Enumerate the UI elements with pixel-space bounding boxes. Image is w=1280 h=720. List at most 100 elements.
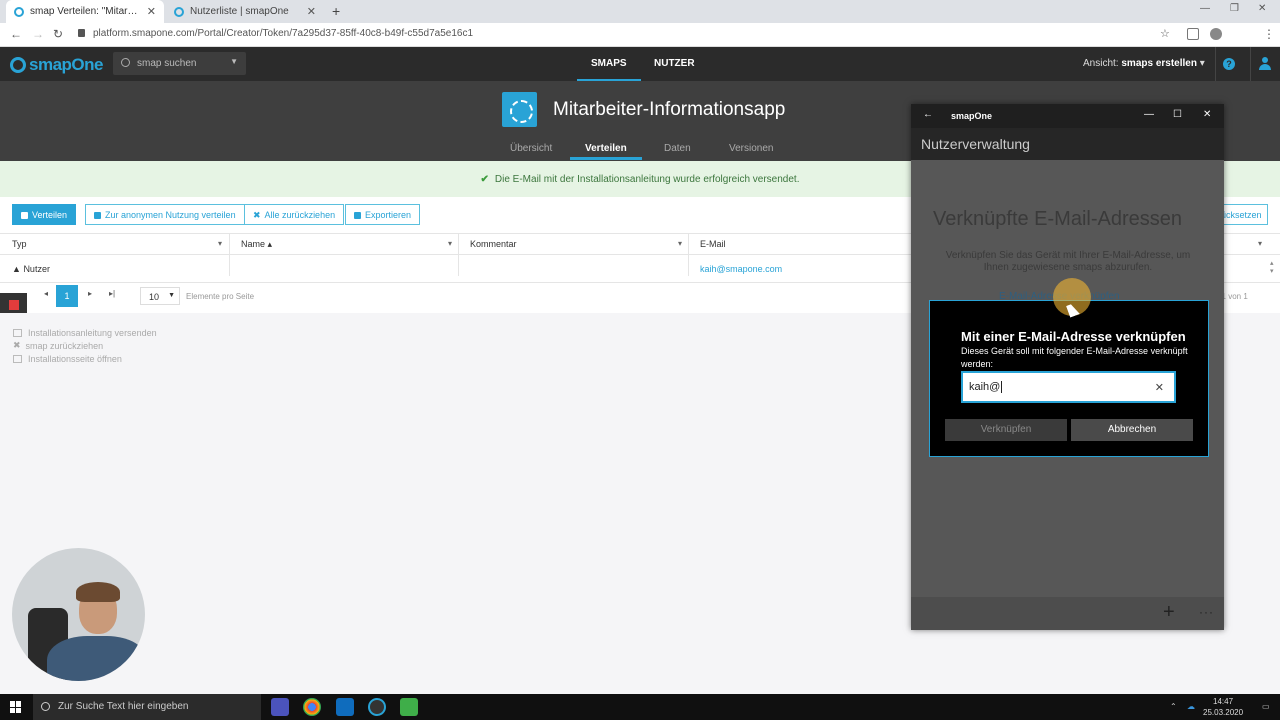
- distribute-button[interactable]: Verteilen: [12, 204, 77, 225]
- column-header-typ[interactable]: Typ: [12, 239, 27, 249]
- onedrive-icon[interactable]: ☁: [1187, 702, 1195, 711]
- open-install-page-action[interactable]: Installationsseite öffnen: [13, 352, 157, 365]
- lock-icon: [94, 212, 101, 219]
- export-label: Exportieren: [365, 210, 412, 220]
- maximize-icon[interactable]: ☐: [1173, 109, 1182, 120]
- action-list: Installationsanleitung versenden ✖ smap z…: [13, 326, 157, 365]
- email-input-value: kaih@: [969, 381, 1001, 393]
- address-bar: ← → ↻ platform.smapone.com/Portal/Creato…: [0, 23, 1280, 65]
- windows-start-icon[interactable]: [10, 701, 22, 713]
- chrome-icon[interactable]: [303, 698, 321, 716]
- extension-icon[interactable]: [1187, 28, 1199, 40]
- close-tab-icon[interactable]: ✕: [307, 5, 316, 18]
- column-divider: [458, 234, 459, 255]
- send-instructions-action[interactable]: Installationsanleitung versenden: [13, 326, 157, 339]
- qr-code-icon: [13, 354, 22, 363]
- browser-menu-icon[interactable]: ⋮: [1263, 27, 1275, 41]
- new-tab-icon[interactable]: +: [332, 3, 340, 19]
- filter-dropdown-icon[interactable]: ▾: [1258, 239, 1262, 248]
- row-type-text: Nutzer: [23, 264, 50, 274]
- reload-icon[interactable]: ↻: [53, 27, 63, 41]
- filter-dropdown-icon[interactable]: ▾: [448, 239, 452, 248]
- logo-ring-icon: [10, 57, 26, 73]
- teams-icon[interactable]: [271, 698, 289, 716]
- extension-icon[interactable]: [1210, 28, 1222, 40]
- minimize-icon[interactable]: —: [1200, 3, 1210, 14]
- tab-label: Nutzerliste | smapOne: [190, 6, 289, 17]
- add-icon[interactable]: +: [1163, 601, 1175, 624]
- help-icon: ?: [1223, 58, 1235, 70]
- more-icon[interactable]: ···: [1199, 605, 1214, 619]
- outlook-icon[interactable]: [336, 698, 354, 716]
- smap-title: Mitarbeiter-Informationsapp: [553, 99, 786, 120]
- search-icon: [41, 702, 50, 711]
- restore-icon[interactable]: ❐: [1230, 3, 1239, 14]
- anonymous-distribute-button[interactable]: Zur anonymen Nutzung verteilen: [85, 204, 245, 225]
- current-page[interactable]: 1: [56, 285, 78, 307]
- page-size-label: Elemente pro Seite: [186, 292, 255, 301]
- bookmark-star-icon[interactable]: ☆: [1160, 27, 1170, 40]
- confirm-link-button[interactable]: Verknüpfen: [945, 419, 1067, 441]
- envelope-icon: [13, 328, 22, 337]
- smapone-favicon-icon: [14, 6, 24, 17]
- tab-verteilen[interactable]: Verteilen: [570, 143, 642, 160]
- forward-icon[interactable]: →: [32, 27, 44, 41]
- window-subtitle: Nutzerverwaltung: [911, 128, 1224, 160]
- export-button[interactable]: Exportieren: [345, 204, 421, 225]
- close-window-icon[interactable]: ✕: [1203, 109, 1211, 120]
- taskbar-clock[interactable]: 14:47 25.03.2020: [1203, 696, 1243, 718]
- user-icon: ▲: [12, 264, 21, 274]
- email-input[interactable]: kaih@ ✕: [961, 371, 1176, 403]
- row-email[interactable]: kaih@smapone.com: [700, 264, 782, 274]
- column-divider: [229, 234, 230, 255]
- back-arrow-icon[interactable]: ←: [923, 109, 933, 120]
- revoke-smap-action[interactable]: ✖ smap zurückziehen: [13, 339, 157, 352]
- help-button[interactable]: ?: [1215, 47, 1243, 81]
- column-header-email[interactable]: E-Mail: [700, 239, 726, 249]
- dialog-title: Mit einer E-Mail-Adresse verknüpfen: [961, 329, 1186, 344]
- url-field[interactable]: platform.smapone.com/Portal/Creator/Toke…: [78, 28, 473, 39]
- next-page-icon[interactable]: ▸: [88, 289, 92, 298]
- filter-dropdown-icon[interactable]: ▾: [218, 239, 222, 248]
- tab-uebersicht[interactable]: Übersicht: [510, 143, 552, 154]
- column-divider: [458, 255, 459, 276]
- prev-page-icon[interactable]: ◂: [44, 289, 48, 298]
- view-switcher[interactable]: Ansicht: smaps erstellen ▾: [1083, 58, 1205, 69]
- nav-smaps[interactable]: SMAPS: [577, 58, 640, 82]
- cancel-button[interactable]: Abbrechen: [1071, 419, 1193, 441]
- account-button[interactable]: [1250, 47, 1278, 81]
- minimize-icon[interactable]: —: [1144, 109, 1154, 120]
- last-page-icon[interactable]: ▸|: [109, 289, 115, 298]
- back-icon[interactable]: ←: [10, 27, 22, 41]
- search-placeholder: smap suchen: [137, 58, 197, 69]
- smap-search-input[interactable]: smap suchen ▼: [113, 52, 246, 75]
- caret-down-icon: ▾: [1199, 58, 1205, 69]
- page-size-select[interactable]: 10 ▼: [140, 287, 180, 305]
- notepad-icon[interactable]: [400, 698, 418, 716]
- nav-nutzer[interactable]: NUTZER: [654, 58, 695, 69]
- smapone-logo[interactable]: smapOne: [10, 55, 103, 75]
- smapone-taskbar-icon[interactable]: [368, 698, 386, 716]
- webcam-person-body: [47, 636, 145, 681]
- tab-daten[interactable]: Daten: [664, 143, 691, 154]
- page-size-value: 10: [149, 292, 160, 302]
- filter-dropdown-icon[interactable]: ▾: [678, 239, 682, 248]
- column-divider: [688, 234, 689, 255]
- taskbar-search[interactable]: Zur Suche Text hier eingeben: [33, 694, 261, 720]
- revoke-all-button[interactable]: ✖ Alle zurückziehen: [244, 204, 345, 225]
- webcam-person-hair: [76, 582, 120, 602]
- close-window-icon[interactable]: ✕: [1258, 3, 1266, 14]
- clear-input-icon[interactable]: ✕: [1155, 381, 1164, 394]
- close-tab-icon[interactable]: ✕: [147, 5, 156, 18]
- scroll-arrows-icon[interactable]: ▴ ▾: [1270, 259, 1274, 275]
- browser-tab-active[interactable]: smap Verteilen: "Mitarbeiter-Info... ✕: [6, 0, 164, 23]
- tab-versionen[interactable]: Versionen: [729, 143, 773, 154]
- tray-chevron-icon[interactable]: ⌃: [1170, 702, 1177, 711]
- x-icon: ✖: [13, 340, 21, 350]
- column-header-kommentar[interactable]: Kommentar: [470, 239, 517, 249]
- notifications-icon[interactable]: ▭: [1262, 702, 1270, 711]
- column-header-name[interactable]: Name ▴: [241, 239, 272, 250]
- url-text: platform.smapone.com/Portal/Creator/Toke…: [93, 28, 474, 39]
- tab-label: smap Verteilen: "Mitarbeiter-Info...: [30, 6, 143, 17]
- browser-tab[interactable]: Nutzerliste | smapOne ✕: [166, 0, 324, 23]
